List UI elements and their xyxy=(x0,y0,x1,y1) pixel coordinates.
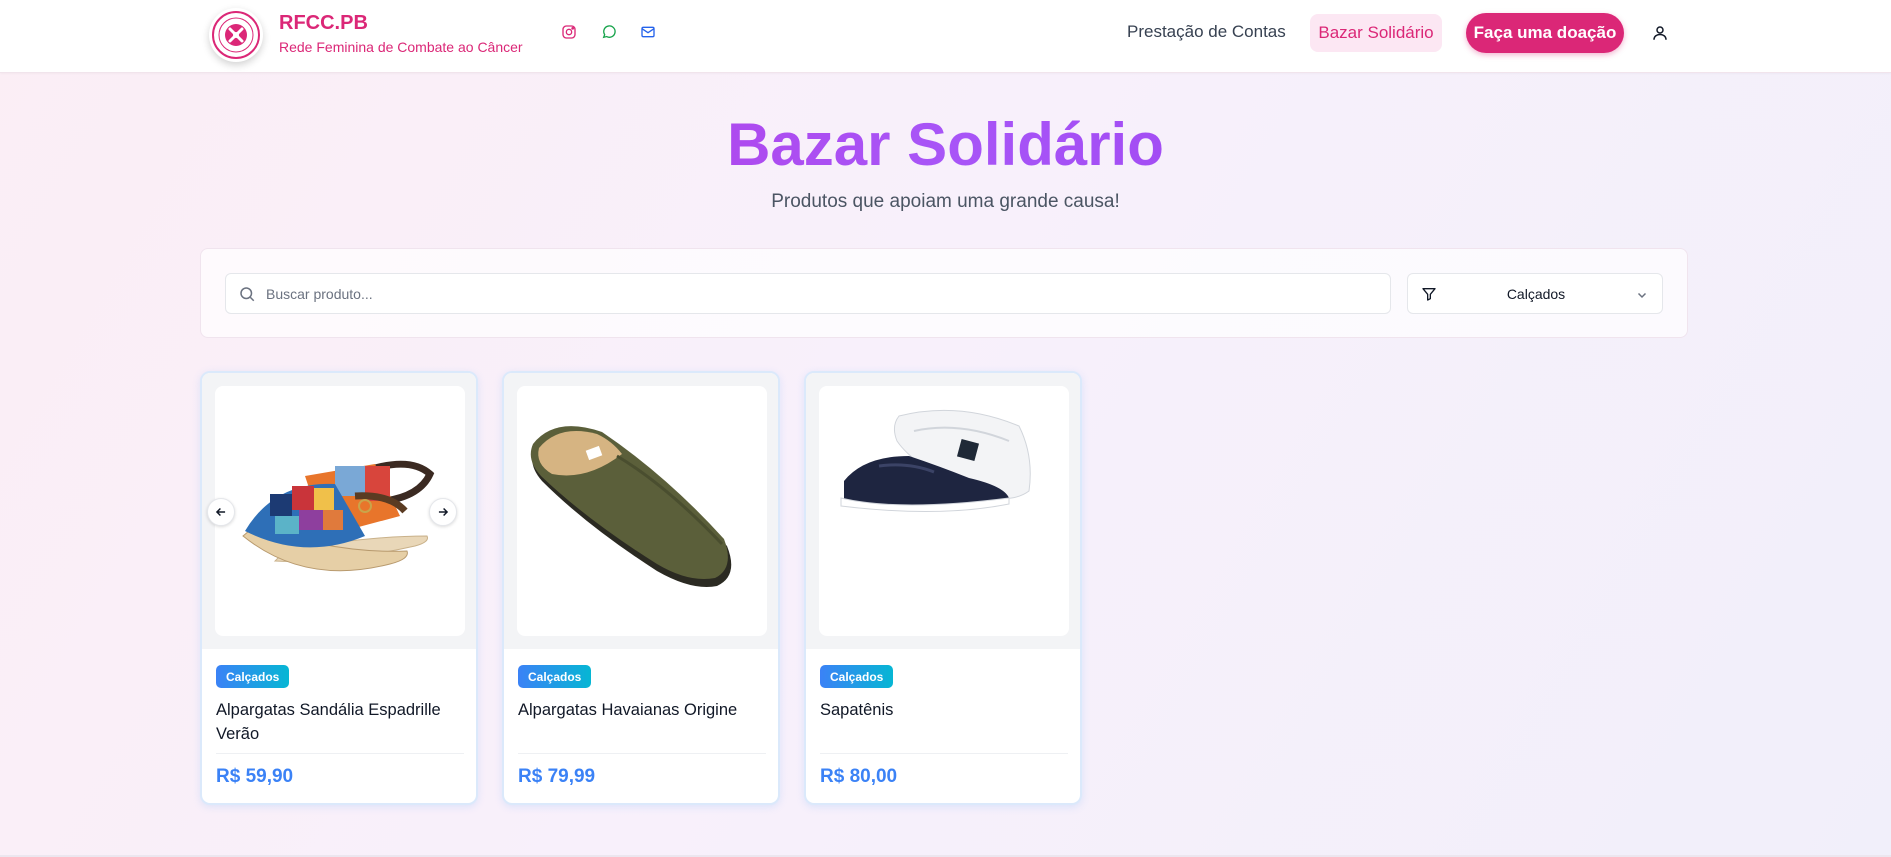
card-divider xyxy=(518,753,766,754)
user-icon[interactable] xyxy=(1651,24,1669,42)
product-card[interactable]: Calçados Sapatênis R$ 80,00 xyxy=(804,371,1082,805)
search-input[interactable] xyxy=(266,274,1376,313)
rfcc-logo[interactable] xyxy=(209,8,263,62)
instagram-icon[interactable] xyxy=(560,23,578,41)
site-header: RFCC.PB Rede Feminina de Combate ao Cânc… xyxy=(0,0,1891,73)
whatsapp-icon[interactable] xyxy=(600,23,618,41)
product-name[interactable]: Alpargatas Havaianas Origine xyxy=(518,698,768,722)
page-title: Bazar Solidário xyxy=(0,110,1891,179)
card-divider xyxy=(820,753,1068,754)
product-image-area xyxy=(806,373,1080,649)
category-select[interactable]: Calçados xyxy=(1407,273,1663,314)
product-image[interactable] xyxy=(819,386,1069,636)
carousel-prev-button[interactable] xyxy=(207,498,235,526)
mail-icon[interactable] xyxy=(639,23,657,41)
arrow-right-icon xyxy=(438,507,449,517)
search-field[interactable] xyxy=(225,273,1391,314)
page-subtitle: Produtos que apoiam uma grande causa! xyxy=(771,191,1120,212)
category-badge: Calçados xyxy=(518,665,592,688)
chevron-down-icon xyxy=(1636,288,1648,300)
search-icon xyxy=(238,285,256,303)
category-select-value: Calçados xyxy=(1506,286,1566,302)
product-card[interactable]: Calçados Alpargatas Havaianas Origine R$… xyxy=(502,371,780,805)
product-image[interactable] xyxy=(517,386,767,636)
nav-bazaar-link[interactable]: Bazar Solidário xyxy=(1310,14,1442,52)
card-divider xyxy=(216,753,464,754)
product-price: R$ 79,99 xyxy=(518,766,596,787)
product-name[interactable]: Alpargatas Sandália Espadrille Verão xyxy=(216,698,466,746)
brand-subtitle: Rede Feminina de Combate ao Câncer xyxy=(279,39,523,55)
logo-emblem-icon xyxy=(212,11,260,59)
product-image[interactable] xyxy=(215,386,465,636)
nav-accountability-link[interactable]: Prestação de Contas xyxy=(1127,22,1286,42)
product-card[interactable]: Calçados Alpargatas Sandália Espadrille … xyxy=(200,371,478,805)
product-image-area xyxy=(504,373,778,649)
category-badge: Calçados xyxy=(820,665,894,688)
arrow-left-icon xyxy=(215,507,226,517)
product-price: R$ 80,00 xyxy=(820,766,898,787)
product-price: R$ 59,90 xyxy=(216,766,294,787)
donate-button[interactable]: Faça uma doação xyxy=(1466,13,1624,53)
brand-title[interactable]: RFCC.PB xyxy=(279,12,368,35)
category-badge: Calçados xyxy=(216,665,290,688)
product-name[interactable]: Sapatênis xyxy=(820,698,1070,722)
carousel-next-button[interactable] xyxy=(429,498,457,526)
product-image-area xyxy=(202,373,476,649)
